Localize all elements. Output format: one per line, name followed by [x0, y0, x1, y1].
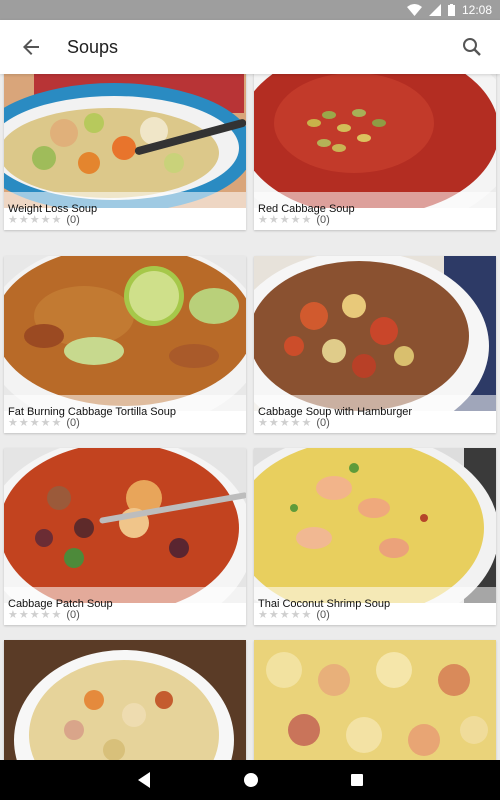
- status-time: 12:08: [461, 3, 492, 17]
- recipe-card[interactable]: Fat Burning Cabbage Tortilla Soup ★★★★★ …: [4, 256, 246, 433]
- recipe-image: [254, 640, 496, 760]
- recipe-image: [254, 256, 496, 411]
- rating-count: (0): [316, 213, 330, 226]
- recipe-card[interactable]: Weight Loss Soup ★★★★★ (0): [4, 74, 246, 230]
- status-bar: 12:08: [0, 0, 500, 20]
- recipe-card[interactable]: Thai Coconut Shrimp Soup ★★★★★ (0): [254, 448, 496, 625]
- wifi-icon: [406, 4, 422, 16]
- rating-count: (0): [66, 213, 80, 226]
- arrow-left-icon[interactable]: [18, 35, 44, 59]
- rating-count: (0): [66, 416, 80, 429]
- recipe-image: [4, 74, 246, 208]
- recipe-image: [4, 256, 246, 411]
- triangle-back-icon[interactable]: [136, 770, 152, 790]
- rating: ★★★★★ (0): [258, 213, 330, 227]
- recipe-card[interactable]: Cabbage Patch Soup ★★★★★ (0): [4, 448, 246, 625]
- star-rating-icon: ★★★★★: [258, 417, 313, 429]
- recipe-image: [4, 640, 246, 760]
- star-rating-icon: ★★★★★: [258, 214, 313, 226]
- app-bar: Soups: [0, 20, 500, 74]
- cellular-icon: [428, 4, 441, 16]
- star-rating-icon: ★★★★★: [8, 417, 63, 429]
- star-rating-icon: ★★★★★: [258, 609, 313, 621]
- recipe-card[interactable]: Red Cabbage Soup ★★★★★ (0): [254, 74, 496, 230]
- search-icon[interactable]: [460, 35, 484, 59]
- recipe-card[interactable]: [4, 640, 246, 760]
- rating: ★★★★★ (0): [258, 608, 330, 622]
- rating: ★★★★★ (0): [8, 608, 80, 622]
- rating-count: (0): [316, 608, 330, 621]
- rating: ★★★★★ (0): [258, 416, 330, 430]
- battery-icon: [447, 4, 455, 16]
- rating-count: (0): [316, 416, 330, 429]
- recipe-grid: Weight Loss Soup ★★★★★ (0) Red Cabbage S…: [0, 74, 500, 760]
- navigation-bar: [0, 760, 500, 800]
- page-title: Soups: [67, 37, 119, 57]
- square-recent-icon[interactable]: [349, 770, 365, 790]
- star-rating-icon: ★★★★★: [8, 214, 63, 226]
- rating: ★★★★★ (0): [8, 213, 80, 227]
- recipe-card[interactable]: [254, 640, 496, 760]
- recipe-image: [254, 448, 496, 603]
- recipe-image: [4, 448, 246, 603]
- star-rating-icon: ★★★★★: [8, 609, 63, 621]
- recipe-image: [254, 74, 496, 208]
- rating: ★★★★★ (0): [8, 416, 80, 430]
- recipe-card[interactable]: Cabbage Soup with Hamburger ★★★★★ (0): [254, 256, 496, 433]
- circle-home-icon[interactable]: [242, 770, 260, 790]
- rating-count: (0): [66, 608, 80, 621]
